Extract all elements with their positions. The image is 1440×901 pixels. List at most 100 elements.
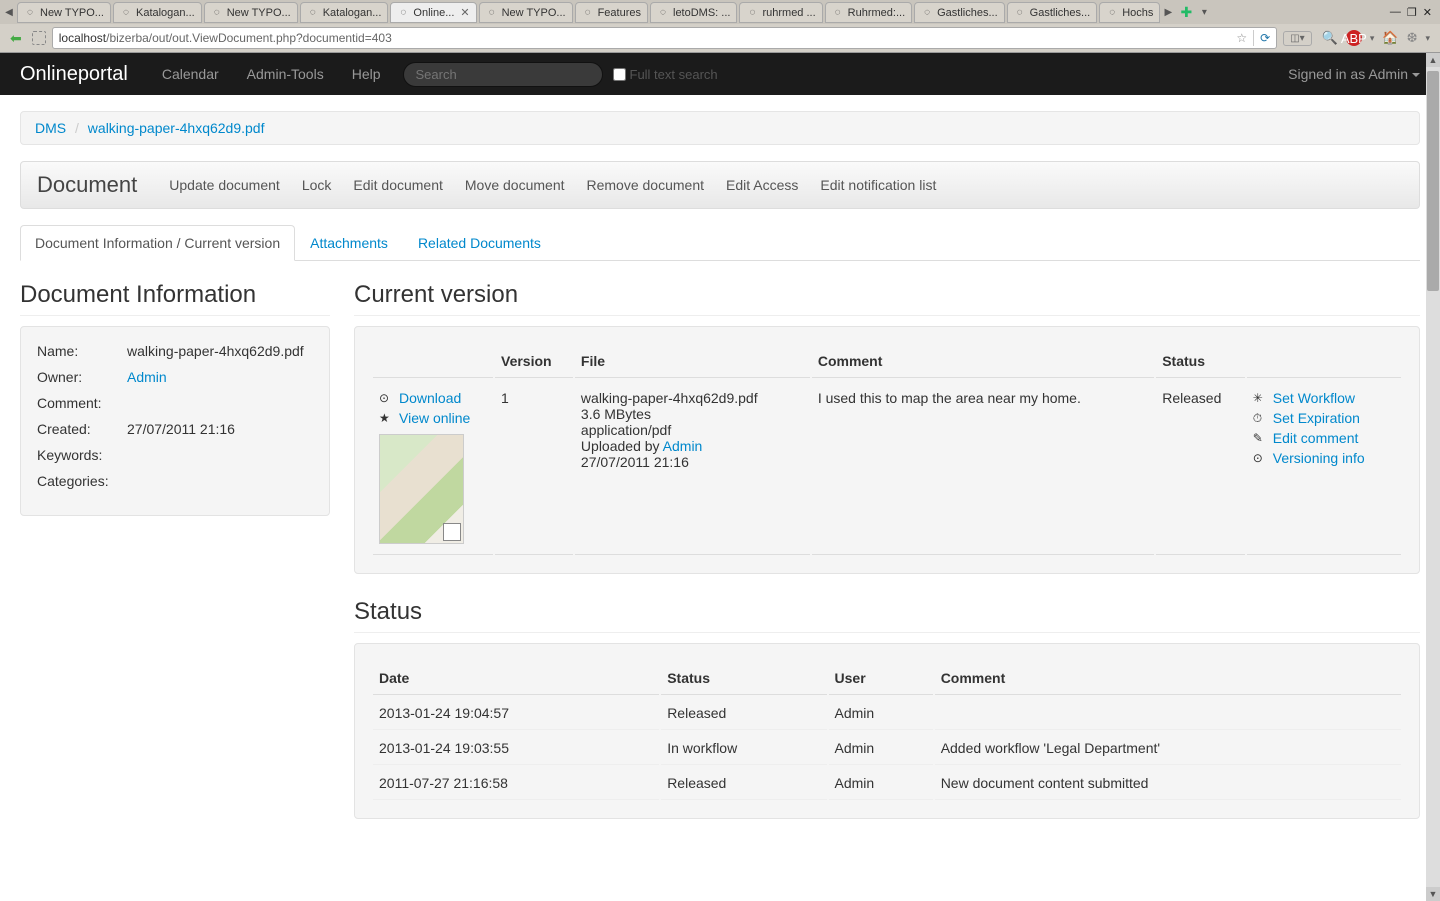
uploaded-by-user[interactable]: Admin [663,438,703,454]
minimize-icon[interactable]: — [1390,6,1401,19]
view-online-link[interactable]: ★View online [379,410,487,426]
tab-close-icon[interactable]: ✕ [460,6,469,19]
url-field[interactable]: localhost/bizerba/out/out.ViewDocument.p… [52,27,1277,49]
browser-tab[interactable]: ◌New TYPO... [204,2,298,23]
brand[interactable]: Onlineportal [20,63,128,86]
extension-icon[interactable]: ❆ [1407,30,1418,46]
reload-icon[interactable]: ⟳ [1260,31,1270,45]
search-input[interactable] [403,62,603,87]
status-cell-user: Admin [829,767,933,800]
browser-chrome: ◀ ◌New TYPO...◌Katalogan...◌New TYPO...◌… [0,0,1440,53]
status-col-user: User [829,662,933,695]
tab-favicon-icon: ◌ [832,7,844,19]
browser-tab[interactable]: ◌New TYPO... [17,2,111,23]
col-version: Version [495,345,573,378]
status-row: 2013-01-24 19:03:55In workflowAdminAdded… [373,732,1401,765]
status-cell-user: Admin [829,732,933,765]
version-row: ⊙Download ★View online 1 walking-paper-4… [373,380,1401,555]
tab-bar: ◀ ◌New TYPO...◌Katalogan...◌New TYPO...◌… [0,0,1440,24]
back-button[interactable]: ⬅ [6,30,26,47]
browser-tab[interactable]: ◌Features [575,2,648,23]
tab-label: Katalogan... [323,7,382,19]
scroll-up-icon[interactable]: ▲ [1426,53,1440,67]
fulltext-toggle[interactable]: Full text search [613,67,718,82]
browser-tab[interactable]: ◌Ruhrmed:... [825,2,912,23]
tab-label: New TYPO... [227,7,291,19]
breadcrumb-current[interactable]: walking-paper-4hxq62d9.pdf [88,120,265,136]
home-icon[interactable]: 🏠 [1382,30,1398,46]
tab-related[interactable]: Related Documents [403,225,556,261]
edit-access-link[interactable]: Edit Access [726,177,798,193]
move-document-link[interactable]: Move document [465,177,565,193]
tab-favicon-icon: ◌ [582,7,594,19]
tab-label: Gastliches... [1030,7,1091,19]
star-icon: ★ [379,411,393,425]
tab-label: Online... [413,7,454,19]
col-status: Status [1156,345,1245,378]
tab-scroll-right-icon[interactable]: ▶ [1161,7,1175,18]
value-created: 27/07/2011 21:16 [127,421,313,437]
scroll-down-icon[interactable]: ▼ [1426,887,1440,901]
page-viewport: Onlineportal Calendar Admin-Tools Help F… [0,53,1440,901]
tab-menu-icon[interactable]: ▾ [1197,7,1211,18]
site-identity-icon[interactable]: ◫▾ [1283,31,1311,46]
nav-help[interactable]: Help [338,66,395,82]
vertical-scrollbar[interactable]: ▲ ▼ [1426,53,1440,901]
stop-reload-icon[interactable] [32,31,46,45]
fulltext-checkbox[interactable] [613,68,626,81]
user-menu[interactable]: Signed in as Admin [1288,66,1420,82]
tab-favicon-icon: ◌ [486,7,498,19]
set-expiration-link[interactable]: ⏱Set Expiration [1253,410,1395,426]
tab-scroll-left-icon[interactable]: ◀ [2,7,16,18]
file-mime: application/pdf [581,422,804,438]
inspect-icon[interactable]: 🔍 [1322,30,1338,46]
tab-attachments[interactable]: Attachments [295,225,403,261]
browser-tab[interactable]: ◌Katalogan... [300,2,389,23]
abp-dropdown-icon[interactable]: ▾ [1370,33,1375,44]
document-thumbnail[interactable] [379,434,464,544]
edit-notification-link[interactable]: Edit notification list [820,177,936,193]
download-link[interactable]: ⊙Download [379,390,487,406]
breadcrumb-root[interactable]: DMS [35,120,66,136]
browser-tab[interactable]: ◌New TYPO... [479,2,573,23]
value-keywords [127,447,313,463]
close-icon[interactable]: ✕ [1423,6,1432,19]
nav-calendar[interactable]: Calendar [148,66,233,82]
maximize-icon[interactable]: ❐ [1407,6,1417,19]
edit-document-link[interactable]: Edit document [353,177,443,193]
lock-link[interactable]: Lock [302,177,332,193]
window-controls: — ❐ ✕ [1390,6,1438,19]
ext-dropdown-icon[interactable]: ▾ [1425,33,1430,44]
browser-tab[interactable]: ◌Hochs [1099,2,1160,23]
tab-favicon-icon: ◌ [120,7,132,19]
remove-document-link[interactable]: Remove document [587,177,705,193]
browser-tab[interactable]: ◌Gastliches... [914,2,1005,23]
browser-tab[interactable]: ◌letoDMS: ... [650,2,737,23]
browser-tab[interactable]: ◌Online...✕ [390,2,476,23]
tab-doc-info[interactable]: Document Information / Current version [20,225,295,261]
browser-tab[interactable]: ◌Gastliches... [1007,2,1098,23]
nav-admin-tools[interactable]: Admin-Tools [233,66,338,82]
bookmark-icon[interactable]: ☆ [1236,31,1247,45]
url-bar: ⬅ localhost/bizerba/out/out.ViewDocument… [0,24,1440,52]
new-tab-button[interactable]: ✚ [1175,4,1197,21]
update-document-link[interactable]: Update document [169,177,280,193]
value-owner[interactable]: Admin [127,369,167,385]
label-keywords: Keywords: [37,447,127,463]
browser-tab[interactable]: ◌ruhrmed ... [739,2,822,23]
tab-label: Hochs [1122,7,1153,19]
set-workflow-link[interactable]: ✳Set Workflow [1253,390,1395,406]
browser-tab[interactable]: ◌Katalogan... [113,2,202,23]
status-cell-date: 2013-01-24 19:04:57 [373,697,659,730]
versioning-info-link[interactable]: ⊙Versioning info [1253,450,1395,466]
edit-comment-link[interactable]: ✎Edit comment [1253,430,1395,446]
download-icon: ⊙ [379,391,393,405]
app-navbar: Onlineportal Calendar Admin-Tools Help F… [0,53,1440,95]
adblock-icon[interactable]: ABP [1346,30,1362,46]
label-categories: Categories: [37,473,127,489]
tab-label: letoDMS: ... [673,7,730,19]
scroll-thumb[interactable] [1427,71,1439,291]
status-cell-comment: New document content submitted [935,767,1401,800]
status-cell-user: Admin [829,697,933,730]
status-cell-status: Released [661,767,826,800]
